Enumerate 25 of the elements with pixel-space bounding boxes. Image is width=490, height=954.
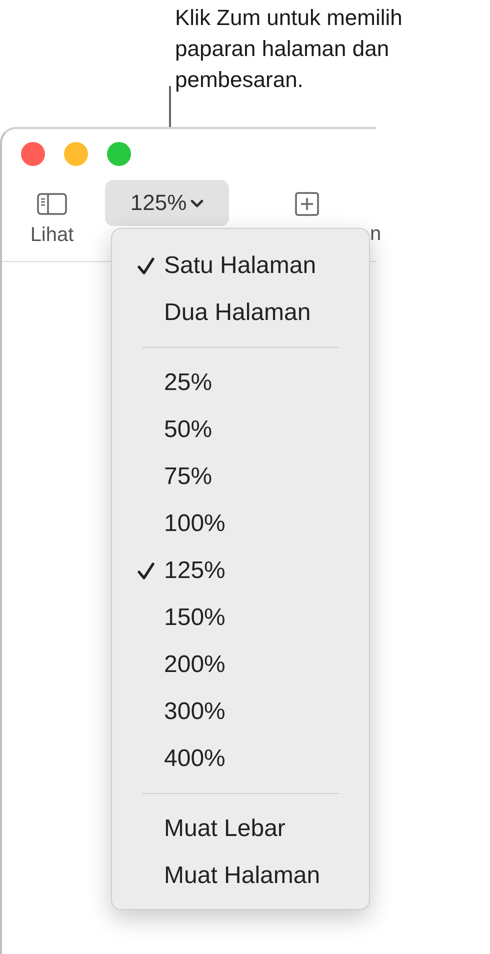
callout-text: Klik Zum untuk memilih paparan halaman dan pembesaran. bbox=[175, 4, 404, 94]
chevron-icon bbox=[190, 199, 204, 209]
menu-item[interactable]: Satu Halaman bbox=[112, 242, 369, 289]
menu-item[interactable]: 150% bbox=[112, 594, 369, 641]
menu-item[interactable]: 50% bbox=[112, 406, 369, 453]
toolbar-label: n bbox=[370, 222, 382, 246]
sidebar-icon bbox=[37, 193, 67, 215]
menu-item[interactable]: Muat Halaman bbox=[112, 852, 369, 899]
menu-item[interactable]: 100% bbox=[112, 500, 369, 547]
menu-item[interactable]: 200% bbox=[112, 641, 369, 688]
add-icon bbox=[295, 192, 319, 216]
zoom-window-button[interactable] bbox=[107, 142, 131, 166]
menu-item[interactable]: Dua Halaman bbox=[112, 289, 369, 336]
menu-item[interactable]: 400% bbox=[112, 735, 369, 782]
checkmark-icon bbox=[137, 562, 155, 580]
checkmark-icon bbox=[137, 256, 155, 274]
close-button[interactable] bbox=[21, 142, 45, 166]
menu-item[interactable]: Muat Lebar bbox=[112, 805, 369, 852]
minimize-button[interactable] bbox=[64, 142, 88, 166]
zoom-button[interactable]: 125% bbox=[105, 180, 229, 226]
menu-item[interactable]: 125% bbox=[112, 547, 369, 594]
menu-item[interactable]: 25% bbox=[112, 359, 369, 406]
menu-item[interactable]: 75% bbox=[112, 453, 369, 500]
toolbar-label: Lihat bbox=[30, 223, 74, 247]
menu-item[interactable]: 300% bbox=[112, 688, 369, 735]
